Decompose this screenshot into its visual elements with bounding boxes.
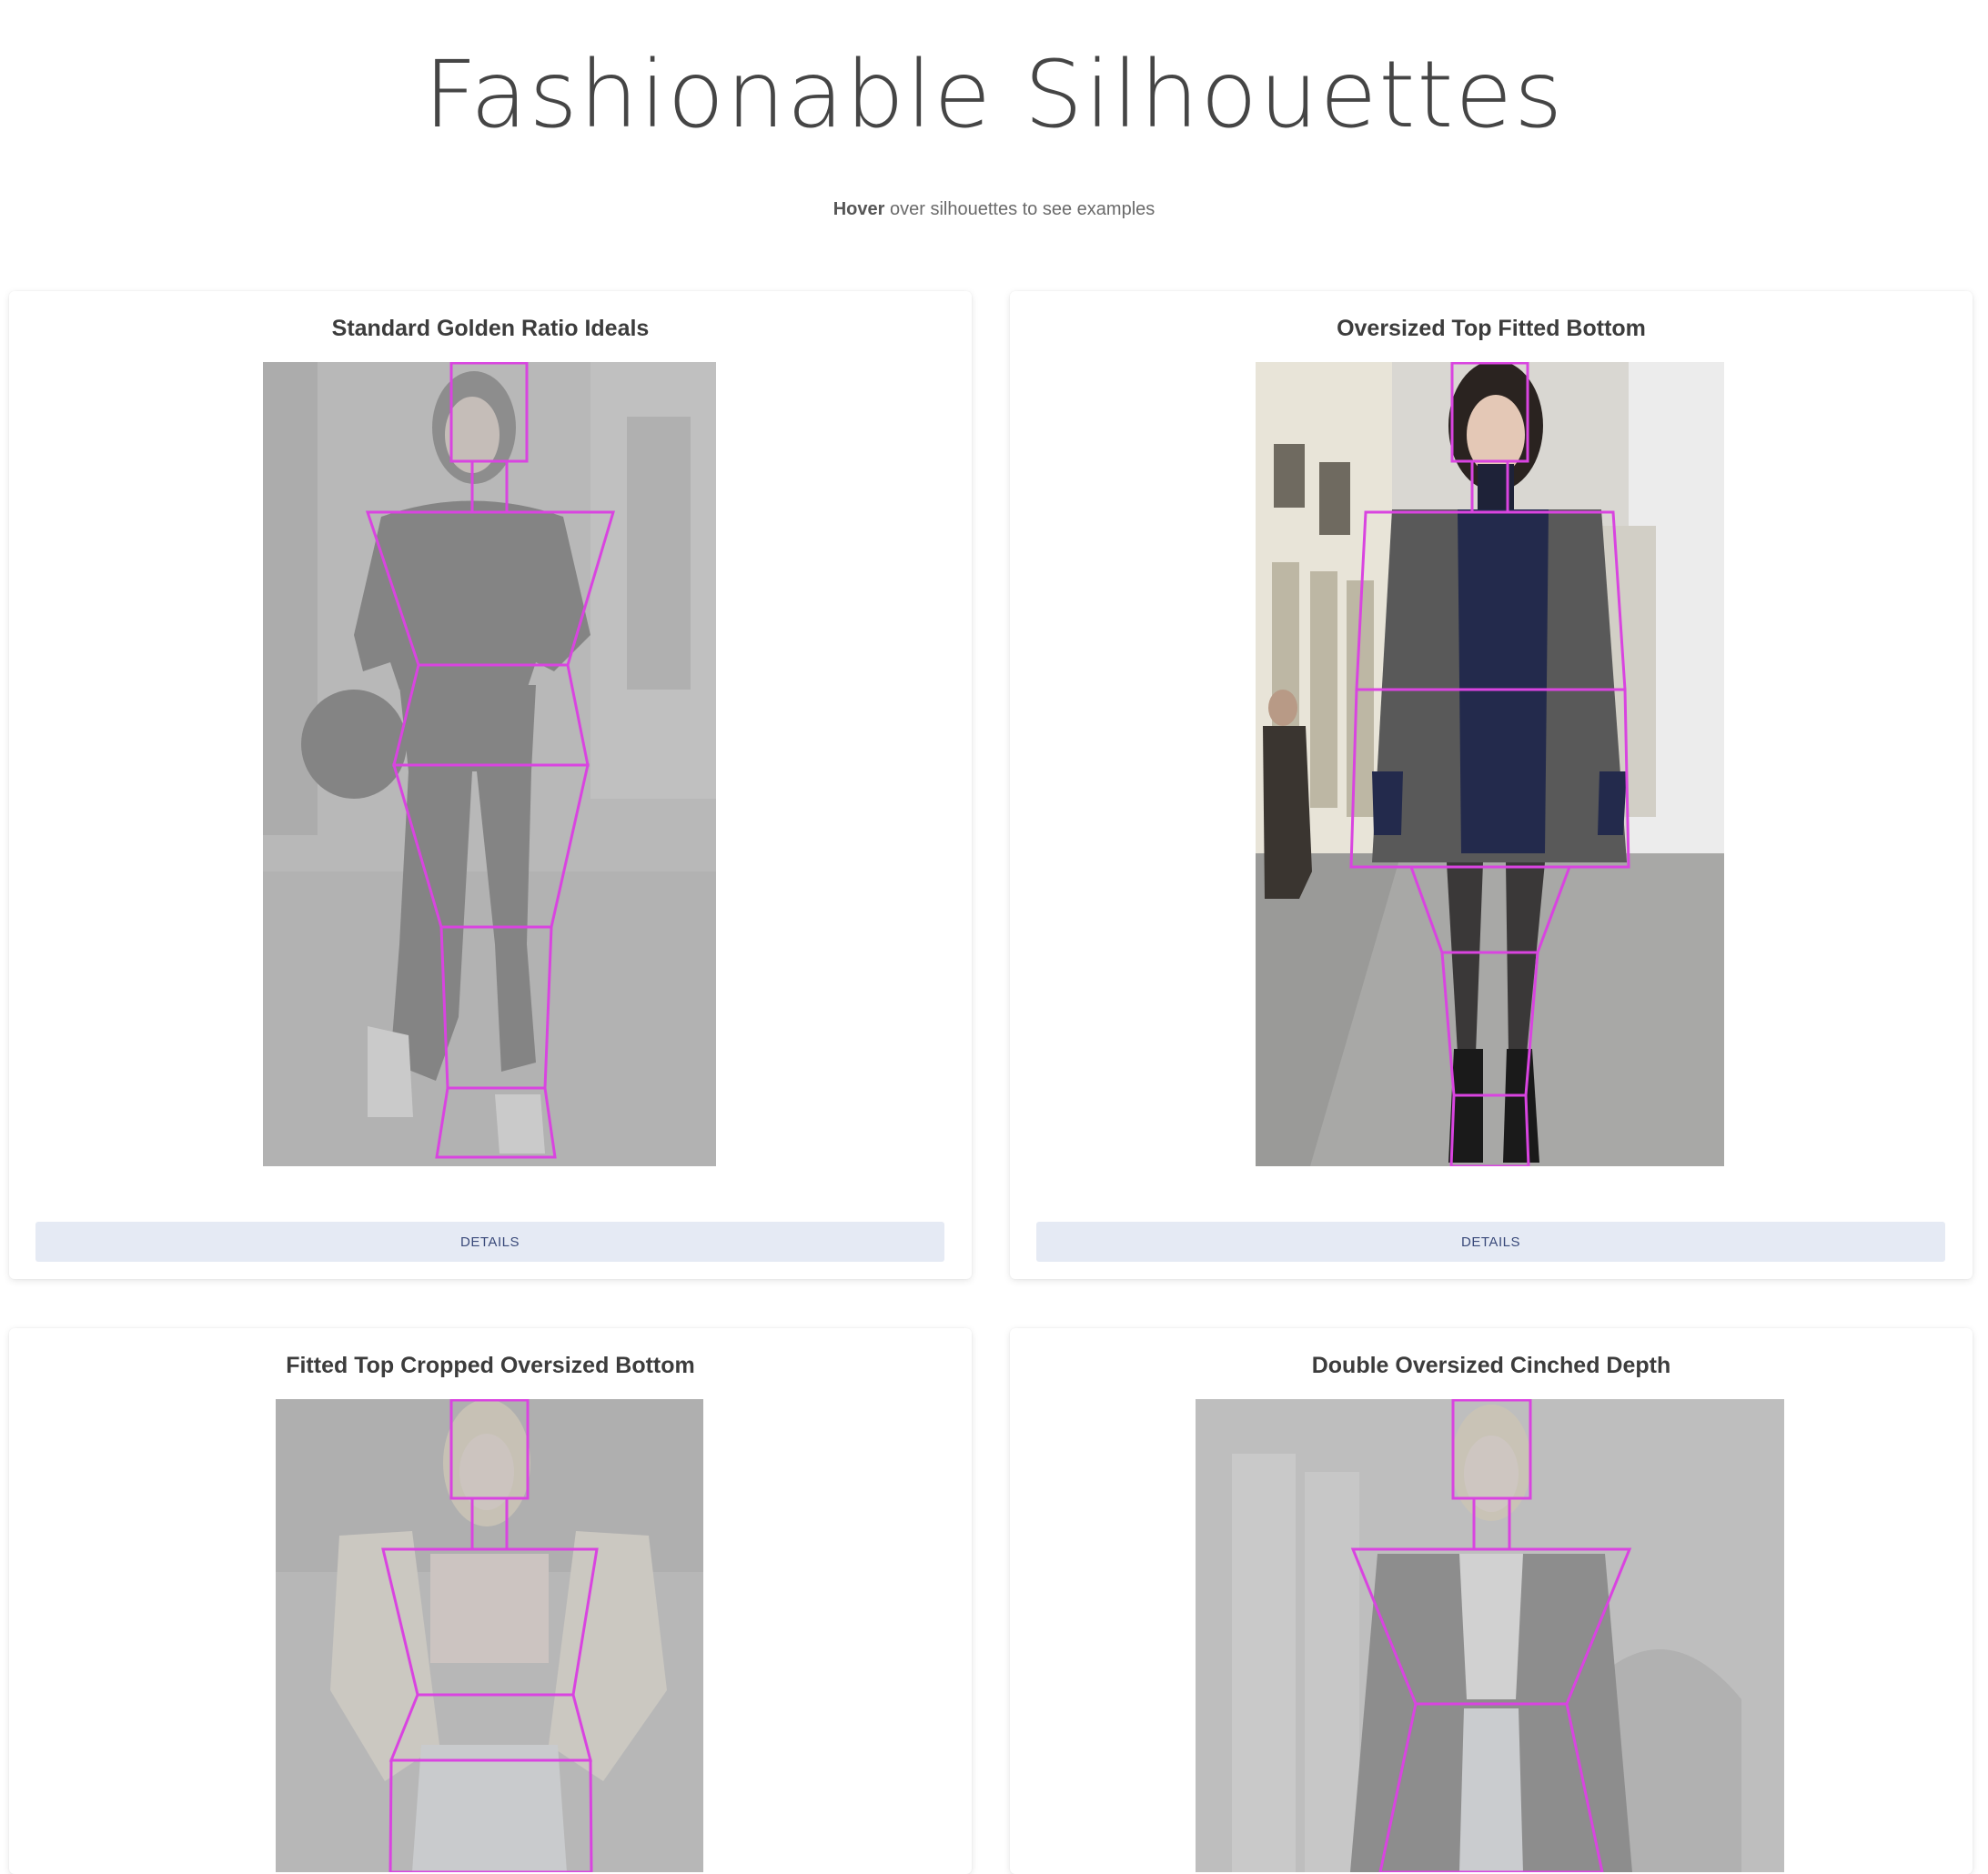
hover-hint-bold: Hover <box>833 199 885 219</box>
silhouette-outline <box>365 362 616 1159</box>
card-title: Fitted Top Cropped Oversized Bottom <box>286 1353 695 1378</box>
example-photo[interactable] <box>276 1399 703 1872</box>
silhouette-card-fitted-top-cropped-oversized-bottom: Fitted Top Cropped Oversized Bottom <box>9 1328 972 1874</box>
card-title: Standard Golden Ratio Ideals <box>331 316 650 341</box>
hover-hint-text: over silhouettes to see examples <box>884 199 1155 219</box>
hover-hint: Hover over silhouettes to see examples <box>0 199 1988 220</box>
silhouette-outline <box>1350 1399 1632 1872</box>
example-photo[interactable] <box>1256 362 1724 1166</box>
details-button[interactable]: DETAILS <box>1036 1222 1945 1262</box>
example-photo[interactable] <box>1196 1399 1784 1872</box>
silhouette-outline <box>381 1399 599 1872</box>
example-photo[interactable] <box>263 362 716 1166</box>
silhouette-outline <box>1349 362 1630 1166</box>
silhouette-card-standard-golden-ratio: Standard Golden Ratio Ideals DETAILS <box>9 291 972 1279</box>
silhouette-card-oversized-top-fitted-bottom: Oversized Top Fitted Bottom DETAILS <box>1010 291 1973 1279</box>
card-title: Double Oversized Cinched Depth <box>1311 1353 1671 1378</box>
page-title: Fashionable Silhouettes <box>423 41 1565 149</box>
card-title: Oversized Top Fitted Bottom <box>1337 316 1646 341</box>
silhouette-card-double-oversized-cinched-depth: Double Oversized Cinched Depth <box>1010 1328 1973 1874</box>
details-button[interactable]: DETAILS <box>35 1222 944 1262</box>
